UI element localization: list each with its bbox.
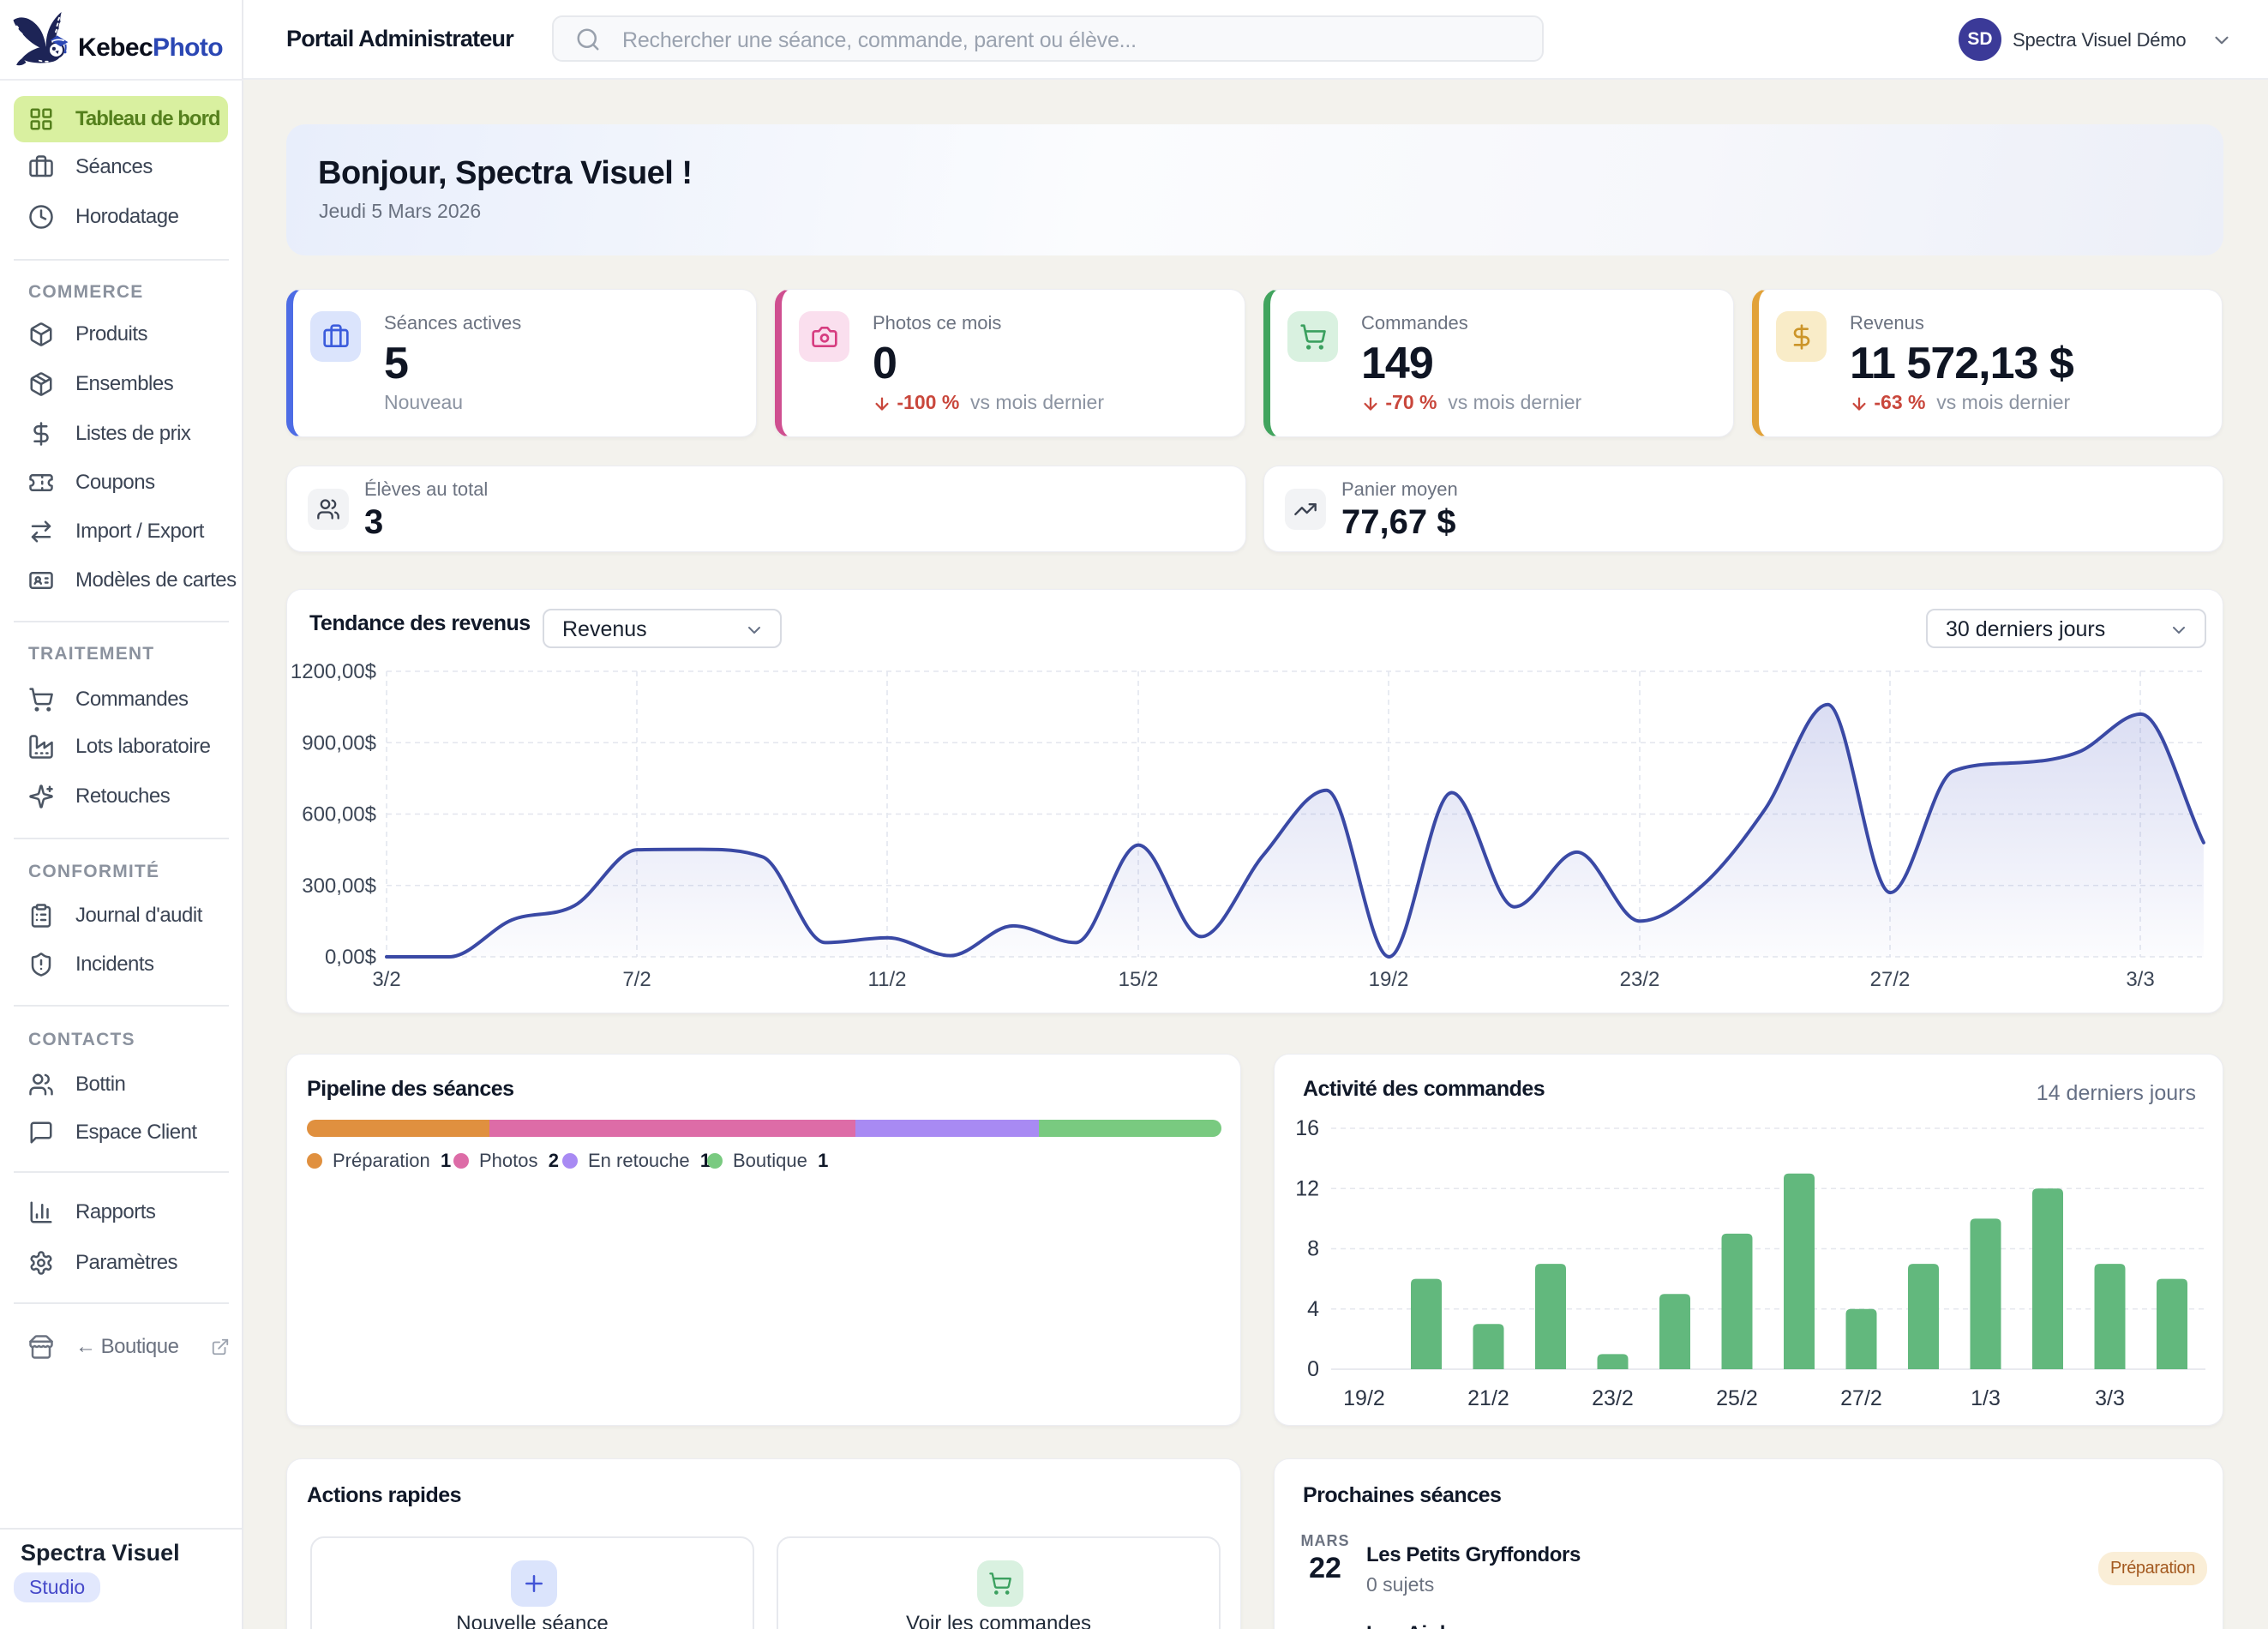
svg-text:3/2: 3/2 — [372, 968, 400, 991]
svg-text:0,00$: 0,00$ — [325, 946, 376, 969]
svg-text:600,00$: 600,00$ — [302, 803, 376, 827]
svg-text:7/2: 7/2 — [622, 968, 651, 991]
svg-text:3/3: 3/3 — [2126, 968, 2154, 991]
svg-text:8: 8 — [1307, 1237, 1319, 1261]
svg-text:4: 4 — [1307, 1297, 1319, 1321]
svg-text:23/2: 23/2 — [1620, 968, 1660, 991]
svg-text:25/2: 25/2 — [1716, 1386, 1758, 1410]
svg-text:21/2: 21/2 — [1467, 1386, 1509, 1410]
svg-text:1200,00$: 1200,00$ — [291, 660, 376, 683]
svg-text:11/2: 11/2 — [868, 968, 907, 991]
svg-text:1/3: 1/3 — [1971, 1386, 2001, 1410]
svg-text:300,00$: 300,00$ — [302, 875, 376, 898]
svg-text:19/2: 19/2 — [1343, 1386, 1385, 1410]
svg-text:23/2: 23/2 — [1592, 1386, 1634, 1410]
svg-text:27/2: 27/2 — [1870, 968, 1911, 991]
svg-text:16: 16 — [1295, 1116, 1319, 1140]
svg-text:900,00$: 900,00$ — [302, 731, 376, 754]
svg-text:0: 0 — [1307, 1357, 1319, 1381]
svg-text:19/2: 19/2 — [1369, 968, 1409, 991]
svg-text:15/2: 15/2 — [1119, 968, 1159, 991]
svg-text:27/2: 27/2 — [1840, 1386, 1882, 1410]
svg-text:3/3: 3/3 — [2095, 1386, 2125, 1410]
svg-text:12: 12 — [1295, 1176, 1319, 1200]
